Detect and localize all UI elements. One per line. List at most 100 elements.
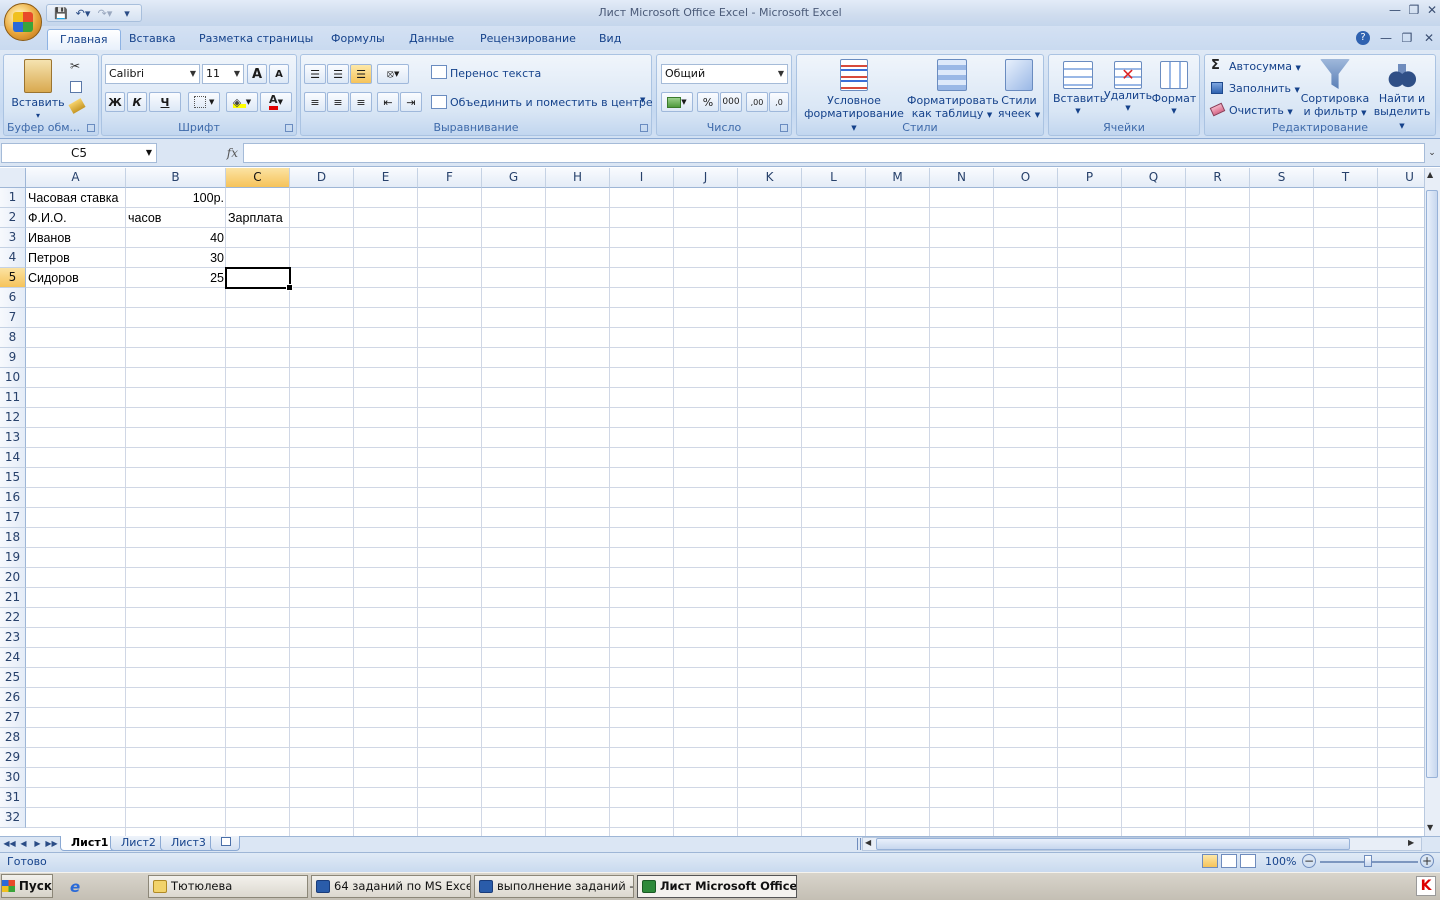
row-header-28[interactable]: 28 (0, 728, 26, 748)
decrease-decimal-button[interactable]: ,0 (769, 92, 789, 112)
decrease-indent-button[interactable]: ⇤ (377, 92, 399, 112)
font-size-select[interactable]: 11 ▼ (202, 64, 244, 84)
cell-b5[interactable]: 25 (126, 268, 226, 288)
row-header-27[interactable]: 27 (0, 708, 26, 728)
wrap-text-button[interactable]: Перенос текста (450, 67, 541, 80)
column-header-a[interactable]: A (26, 168, 126, 188)
scroll-up-icon[interactable]: ▲ (1427, 170, 1433, 179)
row-header-15[interactable]: 15 (0, 468, 26, 488)
zoom-level[interactable]: 100% (1265, 855, 1296, 868)
copy-icon[interactable] (70, 81, 82, 93)
row-header-12[interactable]: 12 (0, 408, 26, 428)
borders-button[interactable]: ▼ (188, 92, 220, 112)
name-box[interactable]: C5 ▼ (1, 143, 157, 163)
office-button[interactable] (4, 3, 42, 41)
internet-explorer-icon[interactable]: e (70, 878, 80, 896)
row-header-22[interactable]: 22 (0, 608, 26, 628)
currency-button[interactable]: ▼ (661, 92, 693, 112)
align-center-button[interactable]: ≡ (327, 92, 349, 112)
column-header-f[interactable]: F (418, 168, 482, 188)
column-header-g[interactable]: G (482, 168, 546, 188)
tab-split-handle[interactable] (857, 838, 861, 850)
row-header-24[interactable]: 24 (0, 648, 26, 668)
row-header-21[interactable]: 21 (0, 588, 26, 608)
column-header-i[interactable]: I (610, 168, 674, 188)
format-painter-icon[interactable] (68, 98, 86, 114)
insert-cells-button[interactable]: Вставить ▼ (1053, 57, 1106, 118)
zoom-in-icon[interactable]: + (1420, 854, 1434, 868)
merge-dropdown-icon[interactable]: ▼ (640, 96, 645, 104)
sort-filter-button[interactable]: Сортировка и фильтр ▼ (1299, 57, 1371, 120)
save-icon[interactable]: 💾 (53, 6, 69, 20)
fill-color-button[interactable]: ◈ ▼ (226, 92, 258, 112)
zoom-slider-thumb[interactable] (1364, 855, 1372, 867)
prev-sheet-icon[interactable]: ◀ (17, 837, 30, 850)
undo-icon[interactable]: ↶▾ (75, 6, 91, 20)
column-header-o[interactable]: O (994, 168, 1058, 188)
antivirus-tray-icon[interactable]: K (1416, 876, 1436, 896)
last-sheet-icon[interactable]: ▶▶ (45, 837, 58, 850)
next-sheet-icon[interactable]: ▶ (31, 837, 44, 850)
redo-icon[interactable]: ↷▾ (97, 6, 113, 20)
tab-view[interactable]: Вид (587, 29, 633, 50)
format-as-table-button[interactable]: Форматировать как таблицу ▼ (907, 57, 999, 122)
sheet-tab-2[interactable]: Лист2 (110, 836, 167, 851)
cell-a4[interactable]: Петров (26, 248, 72, 268)
font-color-button[interactable]: A ▼ (260, 92, 292, 112)
tab-data[interactable]: Данные (397, 29, 466, 50)
expand-formula-bar-icon[interactable]: ⌄ (1426, 144, 1438, 162)
row-header-13[interactable]: 13 (0, 428, 26, 448)
row-header-4[interactable]: 4 (0, 248, 26, 268)
row-header-7[interactable]: 7 (0, 308, 26, 328)
row-header-18[interactable]: 18 (0, 528, 26, 548)
cell-a2[interactable]: Ф.И.О. (26, 208, 69, 228)
row-header-23[interactable]: 23 (0, 628, 26, 648)
taskbar-item-excel[interactable]: Лист Microsoft Office ... (637, 875, 797, 898)
number-launcher-icon[interactable] (780, 124, 788, 132)
column-header-e[interactable]: E (354, 168, 418, 188)
cell-c2[interactable]: Зарплата (226, 208, 285, 228)
zoom-out-icon[interactable]: − (1302, 854, 1316, 868)
sheet-tab-3[interactable]: Лист3 (160, 836, 217, 851)
scroll-left-icon[interactable]: ◀ (865, 838, 871, 847)
column-header-p[interactable]: P (1058, 168, 1122, 188)
row-header-29[interactable]: 29 (0, 748, 26, 768)
autosum-button[interactable]: Автосумма ▼ (1229, 60, 1301, 73)
first-sheet-icon[interactable]: ◀◀ (3, 837, 16, 850)
row-header-25[interactable]: 25 (0, 668, 26, 688)
cell-b4[interactable]: 30 (126, 248, 226, 268)
align-bottom-button[interactable]: ☰ (350, 64, 372, 84)
scroll-right-icon[interactable]: ▶ (1408, 838, 1414, 847)
column-header-m[interactable]: M (866, 168, 930, 188)
help-icon[interactable]: ? (1356, 31, 1370, 45)
font-family-select[interactable]: Calibri ▼ (105, 64, 200, 84)
select-all-corner[interactable] (0, 168, 26, 188)
column-header-t[interactable]: T (1314, 168, 1378, 188)
row-header-1[interactable]: 1 (0, 188, 26, 208)
vertical-scroll-thumb[interactable] (1426, 190, 1438, 778)
minimize-button[interactable]: — (1386, 2, 1404, 18)
tab-insert[interactable]: Вставка (117, 29, 188, 50)
cell-b3[interactable]: 40 (126, 228, 226, 248)
increase-decimal-button[interactable]: ,00 (746, 92, 768, 112)
delete-cells-button[interactable]: ✕ Удалить ▼ (1103, 57, 1153, 115)
row-header-26[interactable]: 26 (0, 688, 26, 708)
row-header-19[interactable]: 19 (0, 548, 26, 568)
cell-styles-button[interactable]: Стили ячеек ▼ (997, 57, 1041, 122)
customize-qat-icon[interactable]: ▾ (119, 6, 135, 20)
column-header-j[interactable]: J (674, 168, 738, 188)
align-middle-button[interactable]: ☰ (327, 64, 349, 84)
format-cells-button[interactable]: Формат ▼ (1151, 57, 1197, 118)
start-button[interactable]: Пуск (1, 874, 53, 898)
italic-button[interactable]: К (127, 92, 147, 112)
column-header-h[interactable]: H (546, 168, 610, 188)
scroll-down-icon[interactable]: ▼ (1427, 823, 1433, 832)
row-header-14[interactable]: 14 (0, 448, 26, 468)
grow-font-button[interactable]: A (247, 64, 267, 84)
active-cell-selection[interactable] (225, 267, 293, 291)
insert-sheet-button[interactable] (210, 836, 240, 851)
column-header-b[interactable]: B (126, 168, 226, 188)
row-header-2[interactable]: 2 (0, 208, 26, 228)
column-header-l[interactable]: L (802, 168, 866, 188)
shrink-font-button[interactable]: A (269, 64, 289, 84)
